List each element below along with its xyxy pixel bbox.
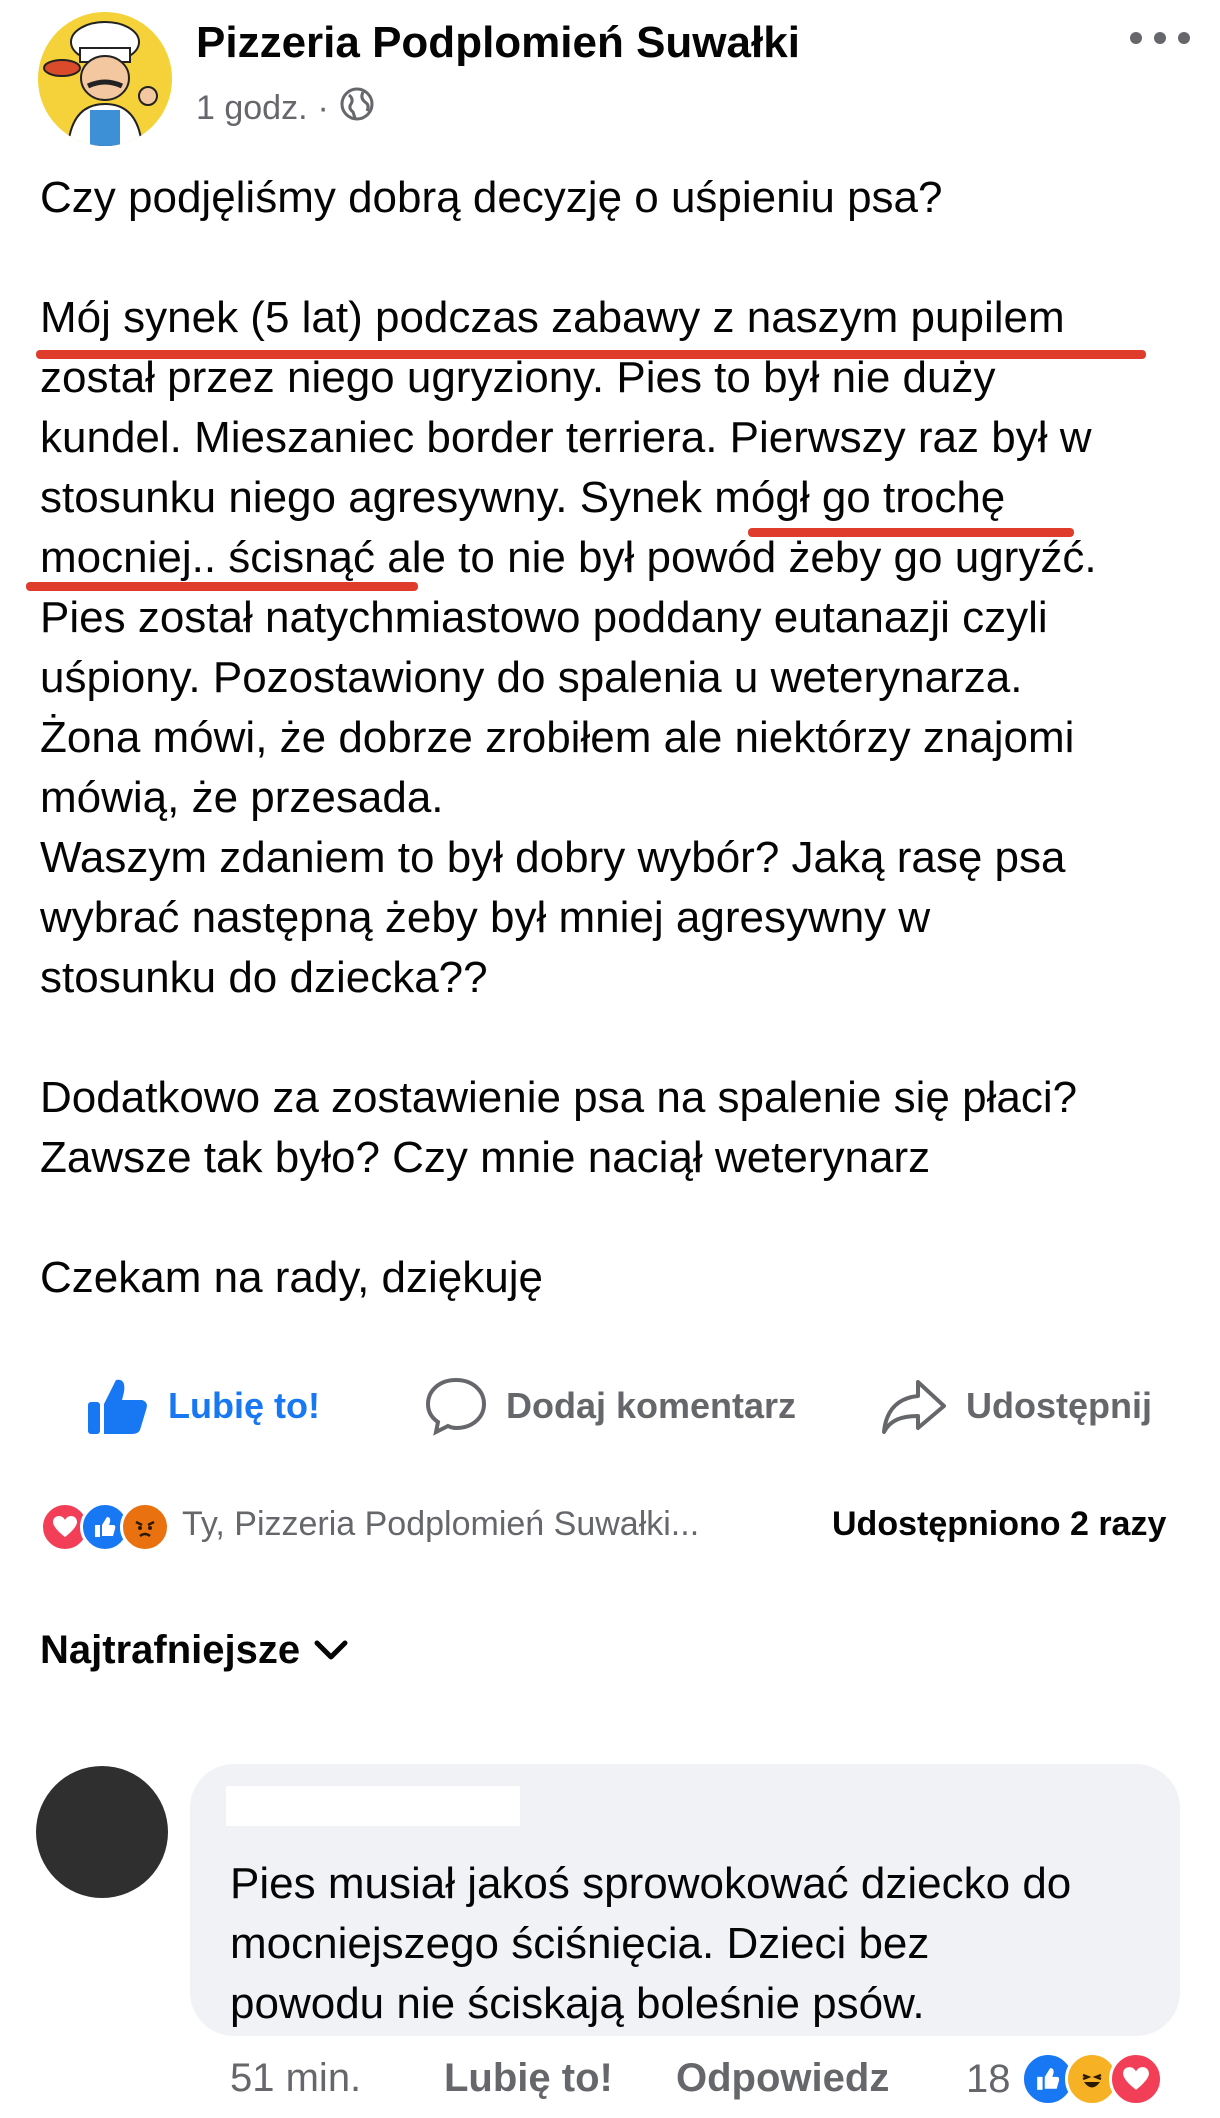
post-line: Zawsze tak było? Czy mnie naciął weteryn… <box>40 1133 931 1182</box>
thumbs-up-icon <box>86 1376 150 1436</box>
post-line: Czekam na rady, dziękuję <box>40 1253 543 1302</box>
post-line: stosunku do dziecka?? <box>40 953 488 1002</box>
annotation-underline <box>36 350 1146 359</box>
post-line: mówią, że przesada. <box>40 773 444 822</box>
post-line: Czy podjęliśmy dobrą decyzję o uśpieniu … <box>40 173 943 222</box>
page-avatar[interactable] <box>38 12 172 146</box>
share-count[interactable]: Udostępniono 2 razy <box>832 1505 1166 1544</box>
reaction-icons[interactable] <box>40 1502 170 1552</box>
page-name[interactable]: Pizzeria Podplomień Suwałki <box>196 18 800 68</box>
annotation-underline <box>748 528 1074 537</box>
comment-time[interactable]: 51 min. <box>230 2056 361 2101</box>
post-text: Czy podjęliśmy dobrą decyzję o uśpieniu … <box>40 168 1190 1308</box>
comment-line: mocniejszego ściśnięcia. Dzieci bez <box>230 1919 930 1968</box>
comment-button[interactable]: Dodaj komentarz <box>424 1376 796 1436</box>
comment-label: Dodaj komentarz <box>506 1385 797 1426</box>
post-line: stosunku niego agresywny. Synek mógł go … <box>40 473 1006 522</box>
comment-avatar[interactable] <box>36 1766 168 1898</box>
post-line: wybrać następną żeby był mniej agresywny… <box>40 893 931 942</box>
comment-line: Pies musiał jakoś sprowokować dziecko do <box>230 1859 1072 1908</box>
annotation-underline <box>26 582 418 591</box>
comment-reaction-count: 18 <box>966 2056 1011 2101</box>
post-line: Pies został natychmiastowo poddany eutan… <box>40 593 1048 642</box>
chevron-down-icon <box>314 1640 348 1662</box>
comment-sort-dropdown[interactable]: Najtrafniejsze <box>40 1628 348 1673</box>
comment-text: Pies musiał jakoś sprowokować dziecko do… <box>230 1854 1160 2034</box>
reaction-names[interactable]: Ty, Pizzeria Podplomień Suwałki... <box>182 1505 699 1544</box>
post-line: Mój synek (5 lat) podczas zabawy z naszy… <box>40 293 1065 342</box>
comment-like-button[interactable]: Lubię to! <box>444 2056 613 2101</box>
post-line: mocniej.. ścisnąć ale to nie był powód ż… <box>40 533 1097 582</box>
like-label: Lubię to! <box>168 1385 320 1426</box>
post-meta: 1 godz. · <box>196 86 375 131</box>
globe-icon <box>339 86 375 131</box>
post-line: kundel. Mieszaniec border terriera. Pier… <box>40 413 1092 462</box>
meta-separator: · <box>317 89 329 127</box>
more-options-icon[interactable] <box>1126 26 1194 50</box>
comment-icon <box>424 1376 488 1436</box>
like-button[interactable]: Lubię to! <box>86 1376 320 1436</box>
post-line: Żona mówi, że dobrze zrobiłem ale niektó… <box>40 713 1075 762</box>
comment-reactions[interactable]: 18 <box>966 2052 1163 2106</box>
comment-bubble: Pies musiał jakoś sprowokować dziecko do… <box>190 1764 1180 2036</box>
comment-reply-button[interactable]: Odpowiedz <box>676 2056 889 2101</box>
post-line: Dodatkowo za zostawienie psa na spalenie… <box>40 1073 1078 1122</box>
share-label: Udostępnij <box>966 1385 1152 1426</box>
angry-icon <box>120 1502 170 1552</box>
comment-line: powodu nie ściskają boleśnie psów. <box>230 1979 925 2028</box>
post-line: uśpiony. Pozostawiony do spalenia u wete… <box>40 653 1023 702</box>
love-icon <box>1108 2052 1163 2106</box>
post-line: Waszym zdaniem to był dobry wybór? Jaką … <box>40 833 1066 882</box>
redacted-commenter-name <box>226 1786 520 1826</box>
share-button[interactable]: Udostępnij <box>880 1376 1152 1436</box>
post-time[interactable]: 1 godz. <box>196 89 308 128</box>
share-icon <box>880 1376 948 1436</box>
sort-label: Najtrafniejsze <box>40 1628 301 1672</box>
